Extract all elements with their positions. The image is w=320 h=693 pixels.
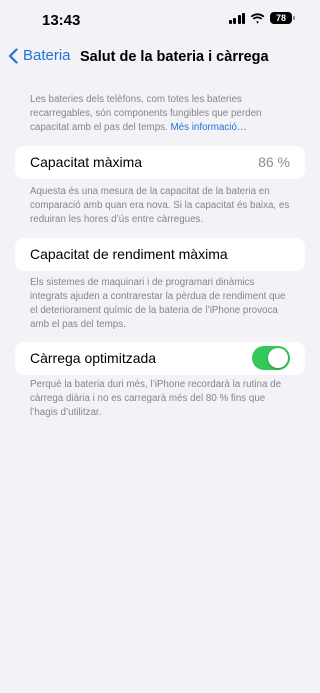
- max-capacity-row: Capacitat màxima 86 %: [15, 146, 305, 179]
- optimized-charging-toggle[interactable]: [252, 346, 290, 370]
- chevron-left-icon: [8, 47, 18, 64]
- page-title: Salut de la bateria i càrrega: [80, 49, 269, 65]
- battery-level: 78: [275, 13, 286, 23]
- intro-text: Les bateries dels telèfons, com totes le…: [30, 93, 292, 135]
- max-capacity-label: Capacitat màxima: [30, 154, 143, 170]
- toggle-knob: [268, 348, 288, 368]
- peak-performance-label: Capacitat de rendiment màxima: [30, 246, 228, 262]
- battery-icon: 78: [270, 12, 295, 24]
- status-time: 13:43: [42, 12, 81, 29]
- peak-performance-row: Capacitat de rendiment màxima: [15, 238, 305, 271]
- more-info-link[interactable]: Més informació…: [171, 122, 247, 133]
- optimized-charging-note: Perquè la bateria duri més, l’iPhone rec…: [30, 379, 282, 418]
- max-capacity-note: Aquesta és una mesura de la capacitat de…: [30, 186, 290, 225]
- back-label: Bateria: [23, 47, 71, 64]
- wifi-icon: [250, 12, 265, 24]
- status-bar: 13:43 78: [0, 0, 320, 40]
- back-button[interactable]: Bateria: [8, 47, 71, 64]
- cellular-signal-icon: [228, 12, 245, 24]
- status-icons: 78: [228, 12, 295, 24]
- optimized-charging-label: Càrrega optimitzada: [30, 350, 157, 366]
- peak-performance-note: Els sistemes de maquinari i de programar…: [30, 277, 286, 330]
- max-capacity-value: 86 %: [258, 154, 290, 170]
- optimized-charging-row: Càrrega optimitzada: [15, 342, 305, 375]
- navigation-bar: Bateria Salut de la bateria i càrrega: [0, 40, 320, 74]
